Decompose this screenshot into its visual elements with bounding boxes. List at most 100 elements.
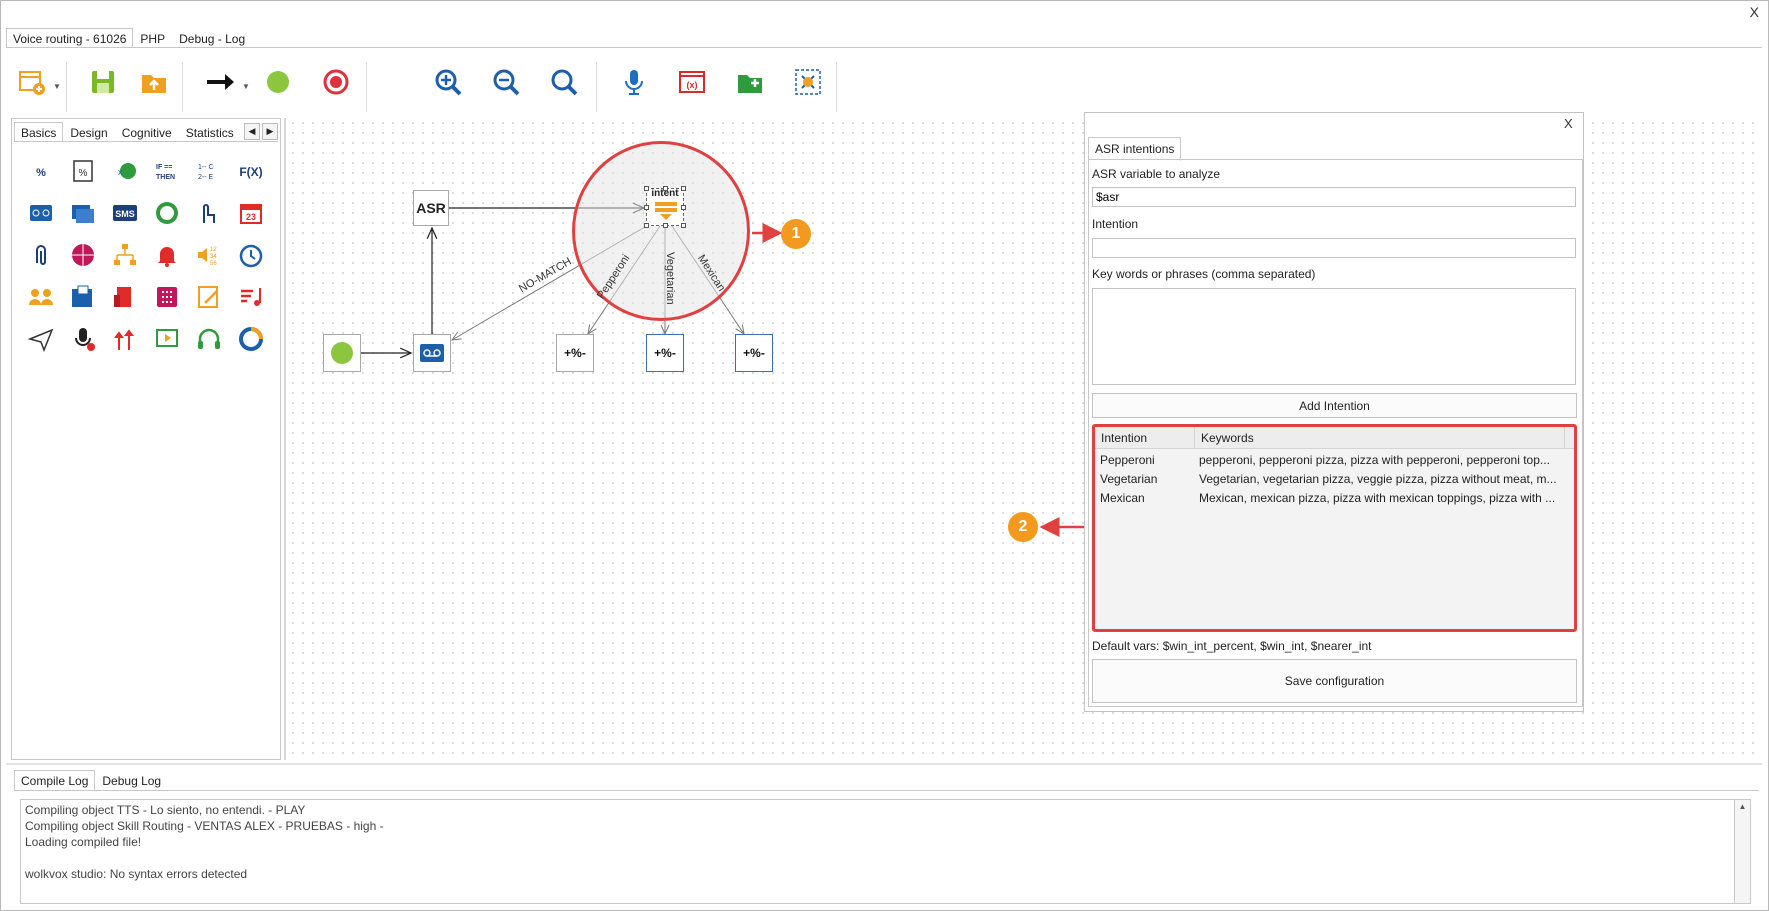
document-tabs: Voice routing - 61026 PHP Debug - Log <box>6 28 252 48</box>
palette-item-dtmf[interactable] <box>188 192 230 234</box>
palette-item-send[interactable] <box>20 318 62 360</box>
palette-item-recording-mic[interactable] <box>62 318 104 360</box>
toolbar-separator <box>836 62 837 112</box>
node-play-audio[interactable] <box>413 334 451 372</box>
alarm-bell-icon <box>158 247 176 267</box>
connector-arrow-icon <box>207 74 234 90</box>
palette-tab-design[interactable]: Design <box>63 122 114 142</box>
edit-form-icon <box>198 286 218 308</box>
scroll-up-icon[interactable]: ▲ <box>1735 800 1750 814</box>
save-button[interactable] <box>85 64 121 100</box>
palette-item-attachment[interactable] <box>20 234 62 276</box>
zoom-fit-button[interactable] <box>546 64 582 100</box>
palette-item-calendar[interactable]: 23 <box>230 192 272 234</box>
palette-item-clock[interactable] <box>230 234 272 276</box>
palette-item-video[interactable] <box>146 318 188 360</box>
toolbar: ▼ ▼ (x) <box>6 56 842 114</box>
web-icon <box>72 244 94 266</box>
fit-screen-button[interactable] <box>790 64 826 100</box>
palette-item-music[interactable] <box>230 276 272 318</box>
node-calc-vegetarian[interactable]: +%- <box>646 334 684 372</box>
asr-variable-input[interactable] <box>1092 187 1576 207</box>
clock-icon <box>239 244 263 268</box>
palette-item-edit-form[interactable] <box>188 276 230 318</box>
tab-voice-routing[interactable]: Voice routing - 61026 <box>6 28 134 48</box>
canvas-splitter[interactable] <box>284 118 286 760</box>
palette-next-button[interactable]: ▶ <box>262 123 278 140</box>
intention-label: Intention <box>1092 217 1139 231</box>
node-asr[interactable]: ASR <box>413 190 449 226</box>
palette-item-sms[interactable]: SMS <box>104 192 146 234</box>
start-point-icon <box>331 342 353 364</box>
open-button[interactable] <box>136 64 172 100</box>
play-audio-icon <box>420 344 444 362</box>
calculator-icon: % <box>73 160 93 182</box>
dialog-close-button[interactable]: X <box>1564 116 1573 131</box>
palette-tab-cognitive[interactable]: Cognitive <box>115 122 179 142</box>
grid-row[interactable]: Pepperoni pepperoni, pepperoni pizza, pi… <box>1095 450 1574 469</box>
grid-row[interactable]: Mexican Mexican, mexican pizza, pizza wi… <box>1095 488 1574 507</box>
music-icon <box>241 288 261 306</box>
log-scrollbar[interactable]: ▲ <box>1734 799 1751 904</box>
log-splitter[interactable] <box>6 763 1762 765</box>
node-intent[interactable]: intent <box>644 186 686 228</box>
palette-prev-button[interactable]: ◀ <box>244 123 260 140</box>
microphone-button[interactable] <box>616 64 652 100</box>
palette-item-chart-ring[interactable] <box>230 318 272 360</box>
connector-button[interactable] <box>202 64 238 100</box>
tab-debug-log[interactable]: Debug - Log <box>172 28 252 48</box>
variables-button[interactable]: (x) <box>674 64 710 100</box>
new-flow-dropdown[interactable]: ▼ <box>53 82 61 91</box>
start-point-button[interactable] <box>260 64 296 100</box>
palette-item-case[interactable]: 1-- C 2-- E <box>188 150 230 192</box>
palette-item-building[interactable] <box>104 276 146 318</box>
palette-item-web[interactable] <box>62 234 104 276</box>
tab-debug-log-panel[interactable]: Debug Log <box>95 770 168 792</box>
tab-asr-intentions[interactable]: ASR intentions <box>1088 137 1182 161</box>
grid-row[interactable]: Vegetarian Vegetarian, vegetarian pizza,… <box>1095 469 1574 488</box>
palette-item-calculator[interactable]: % <box>62 150 104 192</box>
node-start[interactable] <box>323 334 361 372</box>
palette-item-say-number[interactable]: 12 34 56 <box>188 234 230 276</box>
palette-item-math[interactable]: % <box>20 150 62 192</box>
palette-item-routing-arrows[interactable] <box>104 318 146 360</box>
intentions-grid: Intention Keywords Pepperoni pepperoni, … <box>1092 424 1577 632</box>
palette-item-hierarchy[interactable] <box>104 234 146 276</box>
palette-item-whatsapp[interactable] <box>146 192 188 234</box>
palette-item-web-service[interactable]: x <box>104 150 146 192</box>
intention-input[interactable] <box>1092 238 1576 258</box>
add-folder-button[interactable] <box>732 64 768 100</box>
palette-item-headset[interactable] <box>188 318 230 360</box>
variables-icon: (x) <box>679 71 705 93</box>
zoom-out-button[interactable] <box>488 64 524 100</box>
tab-compile-log[interactable]: Compile Log <box>14 770 96 792</box>
save-configuration-button[interactable]: Save configuration <box>1092 659 1577 703</box>
node-calc-mexican[interactable]: +%- <box>735 334 773 372</box>
math-icon: +%- <box>743 346 765 360</box>
add-intention-button[interactable]: Add Intention <box>1092 393 1577 418</box>
sms-icon: SMS <box>113 205 137 221</box>
palette-item-fax[interactable] <box>62 276 104 318</box>
palette-tab-basics[interactable]: Basics <box>14 122 64 142</box>
palette-item-agents-queue[interactable] <box>20 276 62 318</box>
palette-tab-statistics[interactable]: Statistics <box>179 122 241 142</box>
palette-item-function[interactable]: F(X) <box>230 150 272 192</box>
palette-item-alarm-bell[interactable] <box>146 234 188 276</box>
connector-dropdown[interactable]: ▼ <box>242 82 250 91</box>
window-close-button[interactable]: X <box>1750 4 1759 20</box>
palette-item-play-audio[interactable] <box>20 192 62 234</box>
grid-header-keywords[interactable]: Keywords <box>1195 427 1565 448</box>
agents-queue-icon <box>29 289 53 305</box>
keywords-textarea[interactable] <box>1092 288 1576 385</box>
palette-item-if-then-else[interactable]: IF == THEN <box>146 150 188 192</box>
zoom-in-button[interactable] <box>430 64 466 100</box>
compile-log-output[interactable]: Compiling object TTS - Lo siento, no ent… <box>20 799 1735 904</box>
end-point-button[interactable] <box>318 64 354 100</box>
node-calc-pepperoni[interactable]: +%- <box>556 334 594 372</box>
grid-header-intention[interactable]: Intention <box>1095 427 1195 448</box>
palette-item-records[interactable] <box>62 192 104 234</box>
tab-php[interactable]: PHP <box>133 28 172 48</box>
new-flow-button[interactable] <box>14 64 50 100</box>
palette-item-keypad[interactable] <box>146 276 188 318</box>
zoom-fit-icon <box>551 69 578 96</box>
